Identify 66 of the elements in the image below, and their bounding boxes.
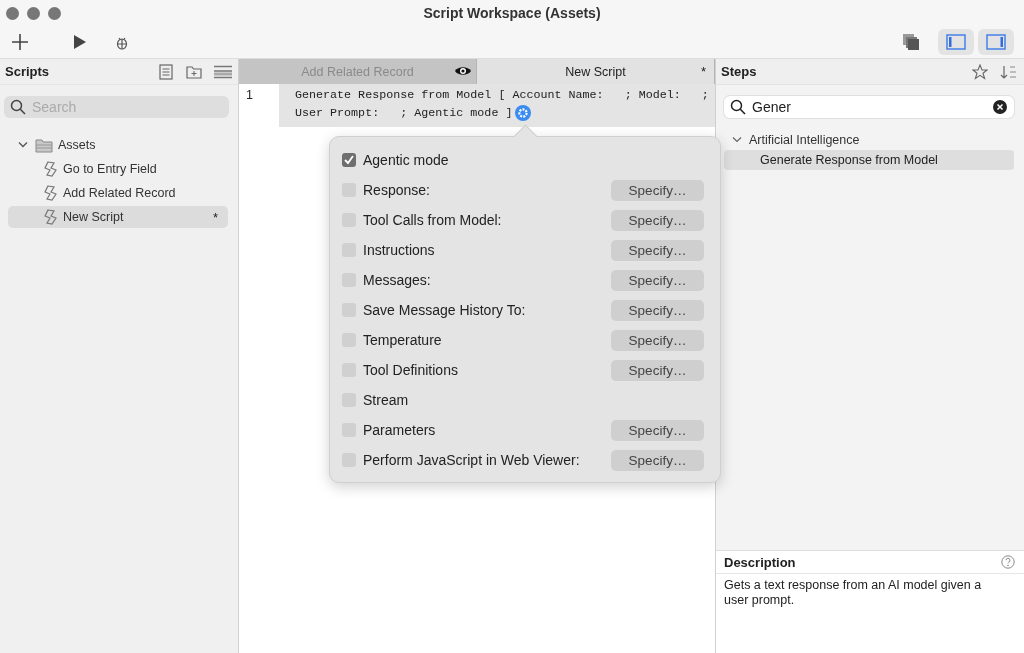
modified-marker: *: [212, 209, 218, 225]
panel-title: Scripts: [5, 64, 50, 79]
script-icon: [44, 185, 58, 201]
eye-icon: [454, 65, 472, 77]
search-icon: [10, 99, 26, 115]
specify-button[interactable]: Specify…: [611, 329, 704, 351]
help-icon[interactable]: [1001, 555, 1015, 569]
list-icon[interactable]: [214, 64, 232, 79]
option-label: Tool Definitions: [363, 362, 458, 378]
document-icon[interactable]: [158, 63, 174, 80]
new-folder-icon[interactable]: [186, 63, 202, 80]
line-number: 1: [245, 88, 254, 102]
panel-title: Steps: [721, 64, 757, 79]
specify-button[interactable]: Specify…: [611, 419, 704, 441]
window-control-button[interactable]: [27, 6, 40, 20]
search-icon: [730, 99, 746, 115]
play-icon[interactable]: [73, 34, 87, 50]
window-control-button[interactable]: [48, 6, 61, 20]
specify-button[interactable]: Specify…: [611, 239, 704, 261]
checkbox[interactable]: [342, 153, 356, 167]
script-item[interactable]: Add Related Record: [8, 182, 228, 204]
option-label: Tool Calls from Model:: [363, 212, 502, 228]
option-label: Instructions: [363, 242, 435, 258]
gear-icon[interactable]: [515, 105, 532, 121]
option-label: Perform JavaScript in Web Viewer:: [363, 452, 580, 468]
checkmark-icon: [344, 155, 354, 165]
option-label: Stream: [363, 392, 409, 408]
right-sidebar-toggle[interactable]: [978, 29, 1014, 55]
step-item[interactable]: Generate Response from Model: [724, 150, 1014, 170]
script-item[interactable]: Go to Entry Field: [8, 158, 228, 180]
script-item[interactable]: New Script *: [8, 206, 228, 228]
left-sidebar-toggle[interactable]: [938, 29, 974, 55]
star-icon[interactable]: [972, 63, 988, 80]
description-text: Gets a text response from an AI model given a user prompt.: [723, 577, 983, 609]
sort-icon[interactable]: [1000, 63, 1018, 80]
step-category[interactable]: Artificial Intelligence: [724, 130, 1014, 150]
script-icon: [44, 161, 58, 177]
option-label: Messages:: [363, 272, 431, 288]
specify-button[interactable]: Specify…: [611, 449, 704, 471]
option-label: Agentic mode: [363, 152, 449, 168]
modified-marker: *: [700, 64, 706, 79]
window-title: Script Workspace (Assets): [423, 5, 601, 21]
plus-icon[interactable]: [11, 33, 29, 51]
sidebar-icon: [986, 34, 1006, 50]
option-label: Temperature: [363, 332, 442, 348]
specify-button[interactable]: Specify…: [611, 299, 704, 321]
folder-item[interactable]: Assets: [8, 134, 228, 156]
folder-icon: [35, 137, 53, 153]
chevron-icon[interactable]: [732, 136, 742, 144]
specify-button[interactable]: Specify…: [611, 359, 704, 381]
option-label: Save Message History To:: [363, 302, 526, 318]
chevron-icon[interactable]: [18, 141, 28, 149]
description-title: Description: [724, 554, 796, 570]
search-field[interactable]: Gener: [724, 96, 1014, 118]
option-label: Response:: [363, 182, 430, 198]
script-step[interactable]: Generate Response from Model [ Account Name: ; Model: ; User Prompt: ; Agentic mode ]: [279, 84, 715, 127]
specify-button[interactable]: Specify…: [611, 209, 704, 231]
window-control-button[interactable]: [6, 6, 19, 20]
windows-icon[interactable]: [902, 33, 920, 51]
script-tab[interactable]: New Script *: [477, 59, 715, 84]
script-icon: [44, 209, 58, 225]
option-label: Parameters: [363, 422, 436, 438]
specify-button[interactable]: Specify…: [611, 269, 704, 291]
clear-icon[interactable]: [993, 100, 1007, 114]
specify-button[interactable]: Specify…: [611, 179, 704, 201]
sidebar-icon: [946, 34, 966, 50]
